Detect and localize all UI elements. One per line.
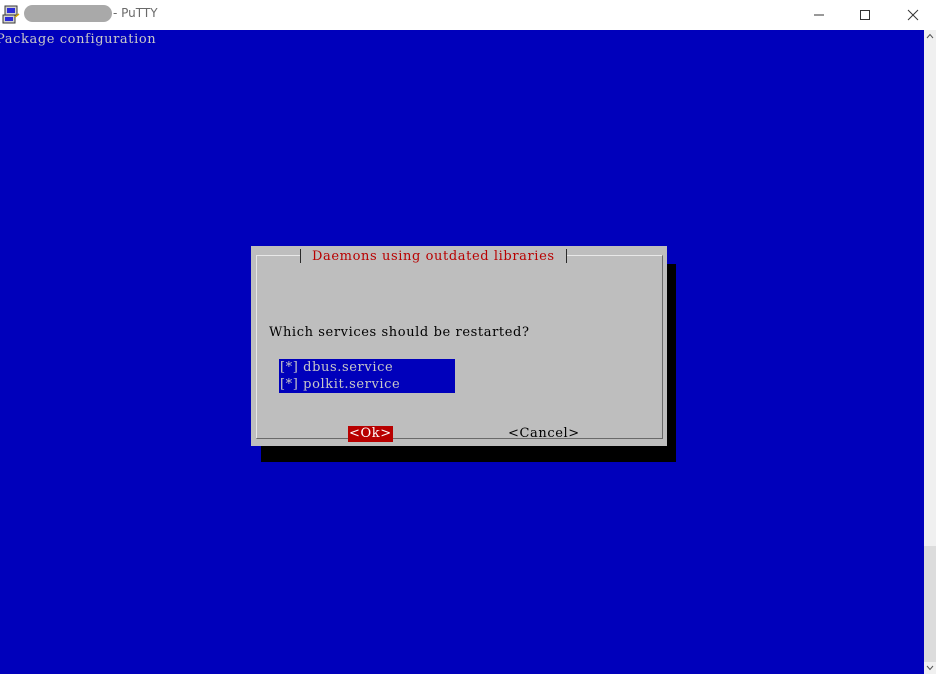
restart-services-dialog: Daemons using outdated libraries Which s… [251, 246, 667, 446]
chevron-down-icon [926, 665, 934, 671]
scroll-thumb[interactable] [926, 44, 934, 544]
dialog-question: Which services should be restarted? [269, 325, 530, 340]
checklist-item-dbus[interactable]: [*] dbus.service [279, 359, 455, 376]
dialog-border [256, 255, 663, 439]
vertical-scrollbar[interactable] [924, 30, 936, 674]
chevron-up-icon [926, 33, 934, 39]
redacted-hostname [24, 5, 112, 22]
scroll-down-button[interactable] [924, 662, 936, 674]
maximize-button[interactable] [842, 0, 888, 30]
maximize-icon [860, 10, 870, 20]
dialog-title: Daemons using outdated libraries [312, 248, 555, 264]
terminal-header-text: Package configuration [0, 32, 157, 47]
title-right-tick [565, 249, 567, 263]
checklist-item-polkit[interactable]: [*] polkit.service [279, 376, 455, 393]
putty-window: - PuTTY Package configuration Daemons us… [0, 0, 936, 674]
terminal-area[interactable]: Package configuration Daemons using outd… [0, 30, 924, 674]
dialog-title-box: Daemons using outdated libraries [300, 247, 567, 265]
minimize-icon [814, 14, 824, 16]
putty-icon[interactable] [2, 5, 20, 25]
service-checklist[interactable]: [*] dbus.service [*] polkit.service [279, 359, 455, 393]
title-left-tick [300, 249, 301, 263]
scroll-track[interactable] [924, 546, 936, 662]
close-button[interactable] [890, 0, 936, 30]
window-title: - PuTTY [113, 6, 158, 20]
title-bar[interactable]: - PuTTY [0, 0, 936, 31]
close-icon [907, 9, 919, 21]
ok-button[interactable]: <Ok> [348, 426, 393, 442]
cancel-button[interactable]: <Cancel> [508, 426, 580, 442]
minimize-button[interactable] [796, 0, 842, 30]
scroll-up-button[interactable] [924, 30, 936, 42]
